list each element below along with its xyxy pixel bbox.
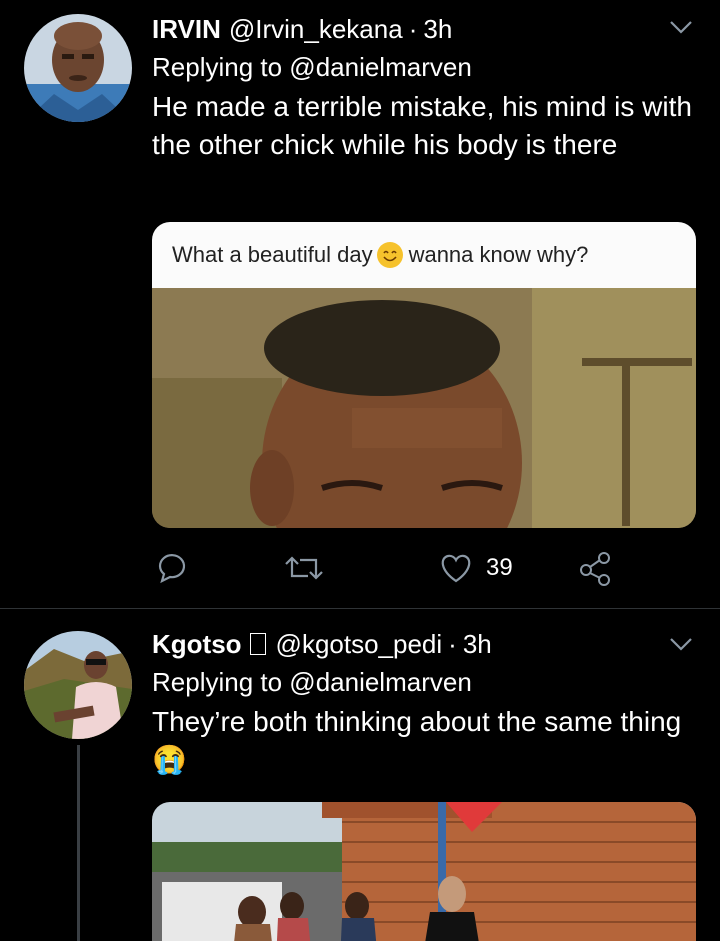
media-photo — [152, 288, 696, 528]
tweet-media[interactable] — [152, 802, 696, 941]
media-photo — [152, 802, 696, 941]
tweet-actions: 39 — [152, 548, 697, 588]
chevron-down-icon[interactable] — [668, 14, 694, 40]
crying-emoji-icon: 😭 — [152, 744, 187, 775]
avatar-photo — [24, 631, 132, 739]
share-button[interactable] — [576, 548, 616, 588]
media-caption-text-b: wanna know why? — [408, 242, 589, 267]
avatar[interactable] — [24, 14, 132, 122]
share-icon — [580, 552, 610, 586]
tweet-text-content: They’re both thinking about the same thi… — [152, 706, 682, 737]
tweet-header: IRVIN @Irvin_kekana · 3h — [152, 14, 697, 44]
timestamp[interactable]: 3h — [423, 14, 452, 44]
chevron-down-icon[interactable] — [668, 631, 694, 657]
display-name[interactable]: Kgotso — [152, 629, 242, 659]
tweet-text: He made a terrible mistake, his mind is … — [152, 91, 692, 160]
replying-to[interactable]: Replying to @danielmarven — [152, 50, 697, 84]
tweet-irvin[interactable]: IRVIN @Irvin_kekana · 3h Replying to @da… — [0, 0, 720, 608]
like-button[interactable]: 39 — [436, 548, 513, 588]
display-name[interactable]: IRVIN — [152, 14, 221, 44]
avatar[interactable] — [24, 631, 132, 739]
smile-emoji-icon — [376, 242, 403, 268]
media-caption: What a beautiful day wanna know why? — [152, 222, 696, 288]
separator: · — [408, 14, 418, 44]
media-caption-text-a: What a beautiful day — [172, 242, 373, 267]
reply-button[interactable] — [152, 548, 192, 588]
avatar-photo — [24, 14, 132, 122]
separator: · — [448, 629, 457, 659]
reply-icon — [158, 554, 186, 584]
tweet-media[interactable]: What a beautiful day wanna know why? — [152, 222, 696, 528]
replying-to[interactable]: Replying to @danielmarven — [152, 665, 697, 699]
tweet-header: Kgotso @kgotso_pedi · 3h — [152, 629, 697, 659]
tweet-text: They’re both thinking about the same thi… — [152, 703, 697, 779]
missing-glyph-icon — [249, 633, 266, 655]
retweet-button[interactable] — [282, 548, 326, 588]
timestamp[interactable]: 3h — [463, 629, 492, 659]
retweet-icon — [285, 556, 323, 580]
thread-line — [77, 745, 80, 941]
tweet-kgotso[interactable]: Kgotso @kgotso_pedi · 3h Replying to @da… — [0, 609, 720, 941]
user-handle[interactable]: @Irvin_kekana — [229, 14, 403, 44]
user-handle[interactable]: @kgotso_pedi — [276, 629, 443, 659]
like-count: 39 — [486, 554, 513, 581]
heart-icon — [441, 554, 471, 583]
